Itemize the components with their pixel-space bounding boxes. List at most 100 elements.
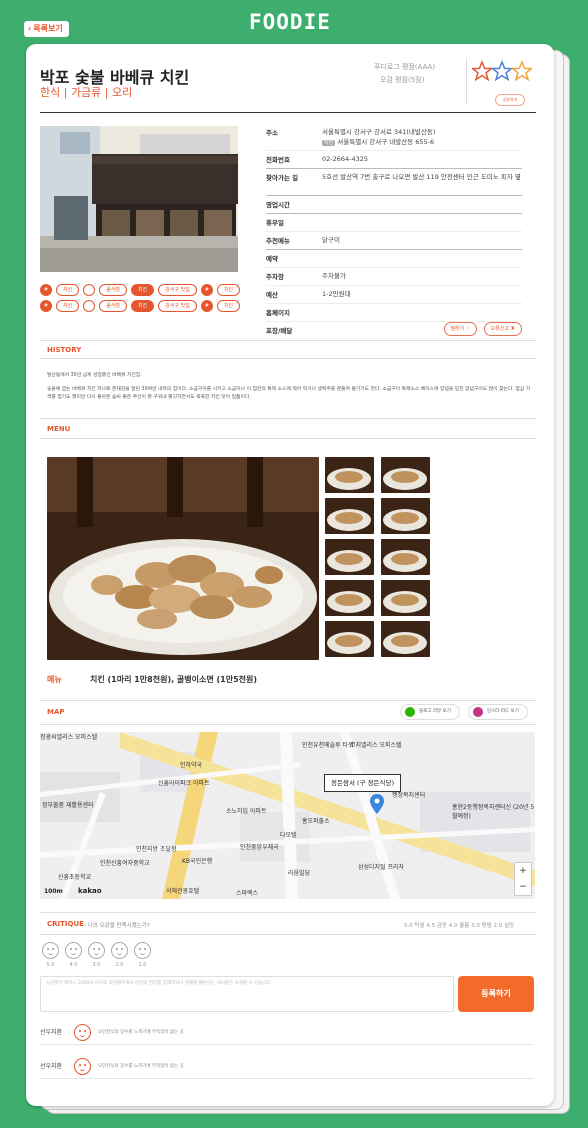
foodie-rating-label: 푸디로그 평점(AAA): [374, 63, 436, 71]
map-place: 정광씨엘리스 오피스텔: [40, 734, 98, 741]
report-error-button[interactable]: 오류신고 ♜: [483, 322, 522, 336]
user-rating-label: 오감 평점(5점): [380, 76, 425, 84]
review-item: 선우지환 오던한식의 장수를 느끼기에 부족함이 없는 곳.: [40, 1020, 534, 1045]
tag-chip[interactable]: 치킨: [56, 284, 80, 296]
critique-scale-legend: 5.0 탁월 4.5 감동 4.0 훌륭 3.0 평범 2.0 실망: [404, 923, 515, 929]
address-road: 서울특별시 강서구 강서로 341(내발산동): [322, 128, 436, 136]
restaurant-photo[interactable]: [40, 126, 238, 272]
tag-dot: #: [200, 300, 213, 312]
menu-thumbnail[interactable]: [381, 580, 430, 616]
like-button[interactable]: 찜하기 ♡: [443, 322, 478, 336]
section-divider: [40, 724, 536, 725]
blog-review-label: 블로그 리뷰 보기: [419, 709, 451, 714]
menu-thumbnail[interactable]: [325, 580, 374, 616]
tag-chip[interactable]: 음식점: [99, 300, 128, 312]
score-option-5[interactable]: 5.0: [42, 942, 59, 968]
siren-icon: ♜: [510, 326, 515, 332]
score-label: 5.0: [46, 962, 55, 968]
menu-thumbnails: [325, 457, 435, 657]
menu-thumbnail[interactable]: [381, 498, 430, 534]
submit-review-button[interactable]: 등록하기: [458, 976, 534, 1012]
blog-review-button[interactable]: 블로그 리뷰 보기: [400, 704, 460, 720]
review-user: 선우지환: [40, 1029, 63, 1036]
tag-chip[interactable]: 치킨: [56, 300, 80, 312]
score-option-3[interactable]: 3.0: [88, 942, 105, 968]
face-icon: [42, 942, 59, 959]
homepage-row: 홈페이지: [266, 304, 522, 322]
review-text: 오던한식의 장수를 느끼기에 부족함이 없는 곳.: [98, 1030, 186, 1035]
back-to-list-button[interactable]: ‹ 목록보기: [24, 21, 69, 37]
section-divider: [40, 438, 536, 439]
critique-title: CRITIQUE: [47, 920, 84, 928]
phone-value[interactable]: 02-2664-4325: [322, 151, 522, 168]
review-textarea[interactable]: 오감평가 예측시 2000자 이하로 작성해주세요 타인의 권리를 침해하거나 …: [40, 976, 454, 1012]
map-pin-icon[interactable]: [370, 794, 384, 814]
menu-items-label: 메뉴: [47, 675, 62, 684]
score-option-2[interactable]: 2.0: [111, 942, 128, 968]
tag-chip-empty[interactable]: [83, 284, 96, 296]
directions-label: 찾아가는 길: [266, 174, 299, 182]
map-marker-label: 정든쌈서 (구 정든식당): [324, 774, 402, 792]
zoom-out-icon[interactable]: −: [515, 879, 531, 895]
menu-thumbnail[interactable]: [325, 539, 374, 575]
naver-blog-icon: [405, 707, 415, 717]
hours-label: 영업시간: [266, 201, 290, 209]
restaurant-info-table: 주소 서울특별시 강서구 강서로 341(내발산동) 지번 서울특별시 강서구 …: [266, 124, 522, 340]
review-user: 선우지환: [40, 1063, 63, 1070]
tag-chip-empty[interactable]: [83, 300, 96, 312]
tag-chip[interactable]: 치킨: [131, 284, 155, 296]
restaurant-category: 한식 | 가금류 | 오리: [40, 86, 133, 99]
homepage-value[interactable]: [322, 304, 522, 321]
menu-thumbnail[interactable]: [381, 457, 430, 493]
closed-label: 휴무일: [266, 219, 284, 227]
map-zoom-control[interactable]: + −: [514, 862, 532, 896]
rating-stars-icon: [472, 60, 532, 82]
menu-main-photo[interactable]: [47, 457, 319, 660]
menu-thumbnail[interactable]: [325, 498, 374, 534]
menu-thumbnail[interactable]: [381, 621, 430, 657]
tag-chip[interactable]: 음식점: [99, 284, 128, 296]
tag-chip[interactable]: 치킨: [216, 284, 241, 296]
face-icon: [111, 942, 128, 959]
address-jibun: 서울특별시 강서구 내발산동 655-6: [337, 138, 435, 146]
address-row: 주소 서울특별시 강서구 강서로 341(내발산동) 지번 서울특별시 강서구 …: [266, 124, 522, 151]
map-place: 라움빌딩: [288, 870, 311, 877]
map-place: 서해관광호텔: [166, 888, 200, 895]
share-button[interactable]: 공유하기: [495, 94, 525, 106]
directions-value: 5호선 발산역 7번 출구로 나오면 발산 119 안전센터 인근 도미노 피자…: [322, 173, 521, 181]
address-label: 주소: [266, 129, 278, 137]
tag-chip[interactable]: 강서구 맛집: [158, 284, 197, 296]
recommend-value: 닭구이: [322, 236, 340, 244]
menu-items-text: 치킨 (1마리 1만8천원), 골뱅이소면 (1만5천원): [90, 675, 258, 684]
instagram-feed-label: 인스타 피드 보기: [487, 709, 519, 714]
tag-chip[interactable]: 치킨: [131, 300, 155, 312]
tag-dot: #: [200, 284, 213, 296]
map-place: 인천지방 조달청: [136, 846, 177, 853]
menu-thumbnail[interactable]: [381, 539, 430, 575]
map-place: 홍오파출소: [302, 818, 330, 825]
zoom-in-icon[interactable]: +: [515, 863, 531, 879]
history-paragraph-2: 숯불에 굽는 바베큐 치킨 하나로 존재감을 알린 30여년 내력의 집이다. …: [47, 387, 531, 400]
score-label: 1.0: [138, 962, 147, 968]
score-label: 4.0: [69, 962, 78, 968]
tag-chip[interactable]: 치킨: [216, 300, 241, 312]
closed-row: 휴무일: [266, 214, 522, 232]
hours-value: [322, 196, 522, 213]
location-map[interactable]: 정든쌈서 (구 정든식당) 정광씨엘리스 오피스텔 인천유천메슬루 타워 코지엘…: [40, 732, 535, 899]
menu-title: MENU: [47, 425, 71, 433]
instagram-feed-button[interactable]: 인스타 피드 보기: [468, 704, 528, 720]
score-option-1[interactable]: 1.0: [134, 942, 151, 968]
tag-dot: #: [40, 284, 52, 296]
parking-label: 주차장: [266, 273, 284, 281]
face-icon: [88, 942, 105, 959]
report-label: 오류신고: [490, 326, 509, 332]
menu-thumbnail[interactable]: [325, 457, 374, 493]
menu-thumbnail[interactable]: [325, 621, 374, 657]
score-selector: 5.0 4.0 3.0 2.0 1.0: [42, 942, 151, 968]
section-divider: [40, 700, 536, 701]
history-paragraph-1: 발산동에서 30년 넘게 성업중인 바베큐 치킨집.: [47, 373, 142, 378]
jibun-badge: 지번: [322, 140, 336, 146]
score-option-4[interactable]: 4.0: [65, 942, 82, 968]
face-icon: [134, 942, 151, 959]
tag-chip[interactable]: 강서구 맛집: [158, 300, 197, 312]
